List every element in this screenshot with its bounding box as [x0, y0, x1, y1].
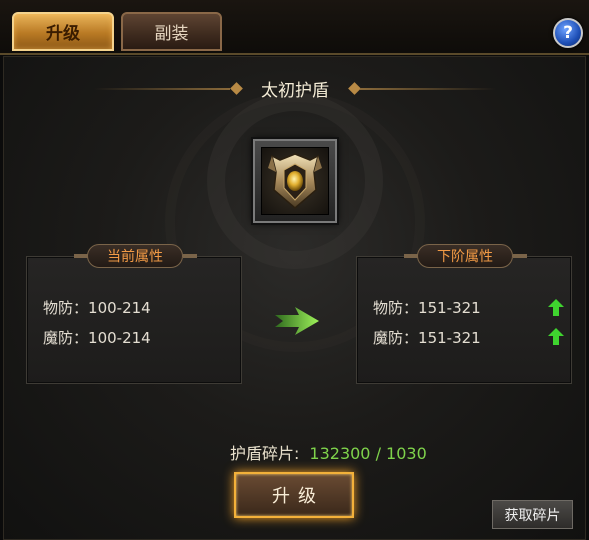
title-divider-right [360, 88, 496, 90]
fragment-count: 护盾碎片: 132300 / 1030 [230, 440, 427, 464]
stat-value: 100-214 [88, 329, 151, 347]
stat-name: 物防 [43, 299, 74, 317]
tab-secondary-equip[interactable]: 副装 [121, 12, 222, 51]
get-fragments-button[interactable]: 获取碎片 [492, 500, 573, 529]
current-stat-physical: 物防：100-214 [43, 299, 151, 317]
stat-name: 物防 [373, 299, 404, 317]
next-attributes-box [356, 256, 572, 384]
item-slot[interactable] [253, 139, 337, 223]
fragment-value: 132300 / 1030 [309, 444, 427, 463]
stat-value: 151-321 [418, 329, 481, 347]
stat-value: 100-214 [88, 299, 151, 317]
item-icon-frame [261, 147, 329, 215]
top-bar: 升级 副装 ? [0, 0, 589, 55]
label-ornament [404, 254, 418, 258]
next-arrow-icon [275, 307, 319, 335]
label-ornament [183, 254, 197, 258]
current-attributes-box [26, 256, 242, 384]
current-stat-magic: 魔防：100-214 [43, 329, 151, 347]
item-name: 太初护盾 [261, 81, 329, 101]
stat-name: 魔防 [373, 329, 404, 347]
next-attributes-label: 下阶属性 [417, 244, 513, 268]
next-stat-magic: 魔防：151-321 [373, 329, 481, 347]
current-attributes-label: 当前属性 [87, 244, 183, 268]
up-arrow-icon [548, 299, 564, 316]
help-button[interactable]: ? [553, 18, 583, 48]
title-divider-left [94, 88, 230, 90]
stat-value: 151-321 [418, 299, 481, 317]
fragment-label: 护盾碎片: [230, 444, 300, 463]
question-icon: ? [563, 23, 573, 43]
label-ornament [513, 254, 527, 258]
up-arrow-icon [548, 328, 564, 345]
next-stat-physical: 物防：151-321 [373, 299, 481, 317]
tab-upgrade[interactable]: 升级 [12, 12, 114, 51]
upgrade-button[interactable]: 升级 [234, 472, 354, 518]
stat-name: 魔防 [43, 329, 74, 347]
shield-helm-icon [268, 153, 322, 209]
label-ornament [74, 254, 88, 258]
